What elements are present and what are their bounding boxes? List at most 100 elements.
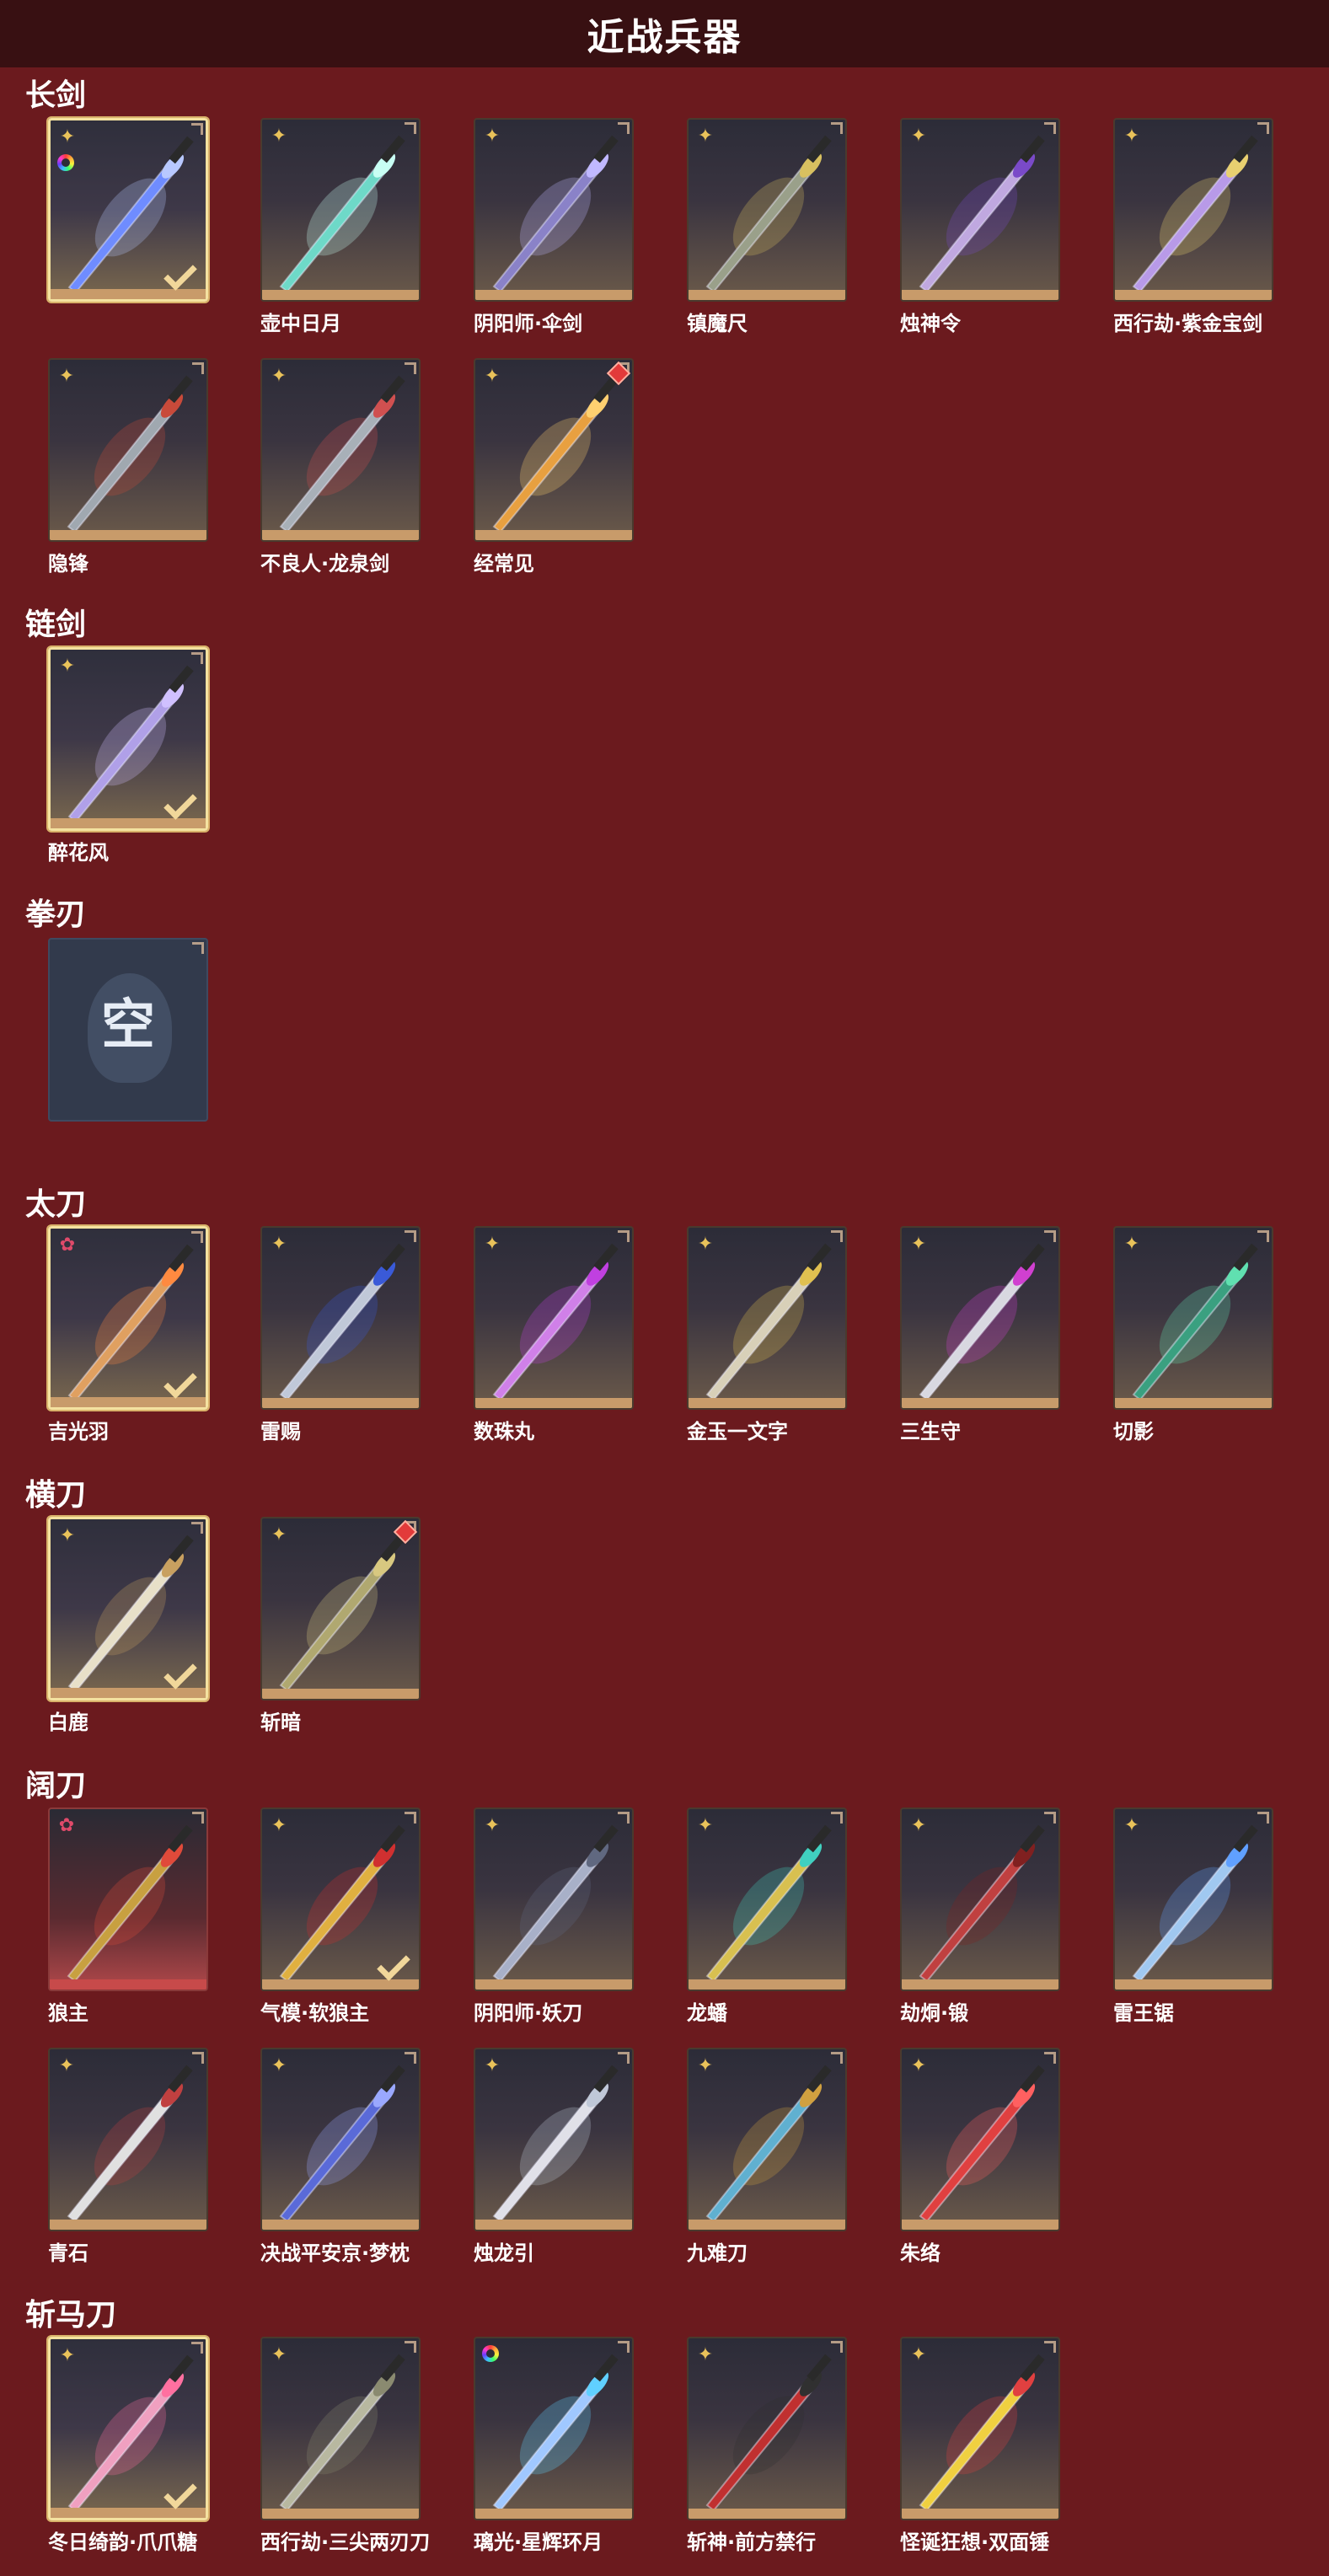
weapon-card[interactable]: ✦ xyxy=(260,358,421,542)
weapon-card[interactable]: ✦ xyxy=(474,118,634,302)
weapon-art xyxy=(1132,135,1258,293)
weapon-slot[interactable]: ✦ 西行劫·紫金宝剑 xyxy=(1113,118,1277,336)
weapon-card[interactable]: ✦ xyxy=(900,2337,1060,2520)
weapon-card[interactable]: ✦ xyxy=(260,1517,421,1700)
weapon-card[interactable]: ✦ xyxy=(687,2337,847,2520)
weapon-card[interactable]: ✦ xyxy=(260,2337,421,2520)
weapon-slot[interactable]: ✦ 切影 xyxy=(1113,1226,1277,1444)
star-badge-icon: ✦ xyxy=(910,2344,927,2365)
weapon-card[interactable]: ✦ xyxy=(260,1807,421,1991)
weapon-slot[interactable]: ✦ 醉花风 xyxy=(48,647,212,865)
weapon-art xyxy=(279,1534,405,1692)
weapon-card[interactable]: ✿ xyxy=(48,1226,208,1410)
corner-bracket-icon xyxy=(618,2341,630,2353)
weapon-slot[interactable]: ✦ 隐锋 xyxy=(48,358,212,576)
rainbow-ring-icon xyxy=(57,154,74,171)
weapon-slot[interactable]: ✦ 朱络 xyxy=(900,2048,1064,2266)
weapon-slot[interactable]: ✦ 气模·软狼主 xyxy=(260,1807,424,2026)
weapon-slot[interactable]: ✦ 斩神·前方禁行 xyxy=(687,2337,850,2555)
weapon-slot[interactable]: ✦ 烛神令 xyxy=(900,118,1064,336)
weapon-card[interactable]: ✦ xyxy=(1113,1807,1273,1991)
star-badge-icon: ✦ xyxy=(697,2344,714,2365)
weapon-slot[interactable]: ✦ 雷王锯 xyxy=(1113,1807,1277,2026)
weapon-card[interactable]: ✦ xyxy=(474,1807,634,1991)
weapon-name: 不良人·龙泉剑 xyxy=(260,552,390,576)
weapon-slot[interactable]: 空 xyxy=(48,938,212,1127)
rarity-bar xyxy=(262,2220,419,2230)
weapon-card[interactable]: ✦ xyxy=(260,1226,421,1410)
rarity-bar xyxy=(902,1398,1058,1408)
weapon-card[interactable]: ✦ xyxy=(48,1517,208,1700)
weapon-slot[interactable]: ✦ 不良人·龙泉剑 xyxy=(260,358,424,576)
weapon-card[interactable]: ✦ xyxy=(900,118,1060,302)
weapon-slot[interactable]: ✦ 龙蟠 xyxy=(687,1807,850,2026)
weapon-art xyxy=(492,1243,619,1401)
weapon-slot[interactable]: ✦ xyxy=(48,118,212,307)
weapon-slot[interactable]: ✦ 阴阳师·伞剑 xyxy=(474,118,637,336)
weapon-name: 西行劫·紫金宝剑 xyxy=(1113,312,1263,335)
weapon-slot[interactable]: ✦ 九难刀 xyxy=(687,2048,850,2266)
weapon-slot[interactable]: ✿ 狼主 xyxy=(48,1807,212,2026)
weapon-art xyxy=(705,1824,832,1983)
weapon-slot[interactable]: ✦ 数珠丸 xyxy=(474,1226,637,1444)
corner-bracket-icon xyxy=(831,1230,843,1242)
weapon-card[interactable]: ✦ xyxy=(687,118,847,302)
weapon-slot[interactable]: ✦ 青石 xyxy=(48,2048,212,2266)
weapon-card[interactable]: ✦ xyxy=(260,2048,421,2231)
weapon-slot[interactable]: ✦ 斩暗 xyxy=(260,1517,424,1735)
star-badge-icon: ✦ xyxy=(59,656,76,677)
star-badge-icon: ✦ xyxy=(1123,1815,1140,1836)
weapon-card[interactable]: ✦ xyxy=(48,118,208,302)
weapon-card[interactable]: 空 xyxy=(48,938,208,1122)
weapon-slot[interactable]: ✦ 怪诞狂想·双面锤 xyxy=(900,2337,1064,2555)
weapon-card[interactable]: ✿ xyxy=(48,1807,208,1991)
weapon-slot[interactable]: ✦ 雷赐 xyxy=(260,1226,424,1444)
rarity-bar xyxy=(689,1979,845,1990)
weapon-card[interactable]: ✦ xyxy=(48,358,208,542)
weapon-card[interactable]: ✦ xyxy=(687,1807,847,1991)
weapon-card[interactable]: ✦ xyxy=(1113,118,1273,302)
weapon-slot[interactable]: ✦ 西行劫·三尖两刃刀 xyxy=(260,2337,430,2555)
weapon-slot[interactable]: ✦ 劫烔·锻 xyxy=(900,1807,1064,2026)
weapon-card[interactable]: ✦ xyxy=(1113,1226,1273,1410)
weapon-card[interactable]: ✦ xyxy=(900,1807,1060,1991)
weapon-card[interactable]: ✦ xyxy=(687,1226,847,1410)
weapon-name: 斩神·前方禁行 xyxy=(687,2530,817,2554)
weapon-card[interactable]: ✦ xyxy=(48,647,208,831)
rarity-bar xyxy=(689,2220,845,2230)
weapon-slot[interactable]: 璃光·星辉环月 xyxy=(474,2337,637,2555)
weapon-slot[interactable]: ✦ 烛龙引 xyxy=(474,2048,637,2266)
weapon-slot[interactable]: ✦ 阴阳师·妖刀 xyxy=(474,1807,637,2026)
weapon-slot[interactable]: ✦ 三生守 xyxy=(900,1226,1064,1444)
weapon-art xyxy=(1132,1824,1258,1983)
weapon-card[interactable]: ✦ xyxy=(48,2048,208,2231)
star-badge-icon: ✦ xyxy=(484,366,501,387)
weapon-card[interactable]: ✦ xyxy=(474,1226,634,1410)
weapon-slot[interactable]: ✦ 壶中日月 xyxy=(260,118,424,336)
category-heading: 长剑 xyxy=(25,78,87,113)
star-badge-icon: ✦ xyxy=(484,126,501,147)
weapon-card[interactable]: ✦ xyxy=(900,1226,1060,1410)
weapon-name: 璃光·星辉环月 xyxy=(474,2530,603,2554)
weapon-card[interactable] xyxy=(474,2337,634,2520)
weapon-slot[interactable]: ✿ 吉光羽 xyxy=(48,1226,212,1444)
star-badge-icon: ✦ xyxy=(271,1234,287,1255)
corner-bracket-icon xyxy=(191,1231,203,1243)
weapon-slot[interactable]: ✦ 镇魔尺 xyxy=(687,118,850,336)
weapon-slot[interactable]: ✦ 冬日绮韵·爪爪糖 xyxy=(48,2337,212,2555)
rarity-bar xyxy=(475,2220,632,2230)
weapon-slot[interactable]: ✦ 白鹿 xyxy=(48,1517,212,1735)
weapon-card[interactable]: ✦ xyxy=(474,2048,634,2231)
weapon-slot[interactable]: ✦ 金玉一文字 xyxy=(687,1226,850,1444)
weapon-card[interactable]: ✦ xyxy=(900,2048,1060,2231)
weapon-art xyxy=(279,135,405,293)
weapon-card[interactable]: ✦ xyxy=(260,118,421,302)
star-badge-icon: ✦ xyxy=(271,2055,287,2076)
weapon-card[interactable]: ✦ xyxy=(474,358,634,542)
rarity-bar xyxy=(1115,290,1272,300)
weapon-slot[interactable]: ✦ 决战平安京·梦枕 xyxy=(260,2048,424,2266)
weapon-card[interactable]: ✦ xyxy=(48,2337,208,2520)
category-heading: 斩马刀 xyxy=(25,2298,117,2332)
weapon-slot[interactable]: ✦ 经常见 xyxy=(474,358,637,576)
weapon-card[interactable]: ✦ xyxy=(687,2048,847,2231)
